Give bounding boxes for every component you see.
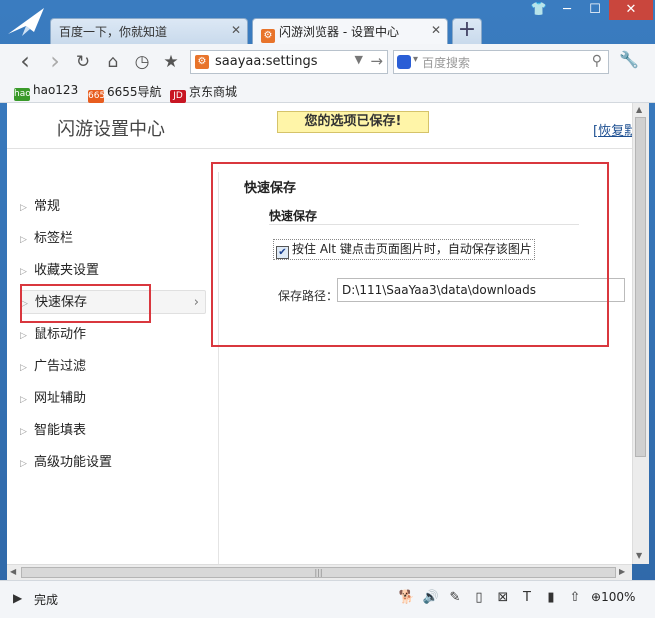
engine-dropdown-icon[interactable]: ▾ — [413, 54, 418, 65]
zoom-value: 100% — [601, 590, 636, 604]
scroll-right-icon[interactable]: ▶ — [619, 567, 625, 576]
sidebar-item-url-assist[interactable]: ▷ 网址辅助 — [20, 387, 206, 411]
bookmark-label: hao123 — [33, 83, 79, 97]
scroll-up-icon[interactable]: ▲ — [636, 105, 642, 114]
restore-defaults-link[interactable]: [恢复默认] — [593, 120, 632, 139]
search-input[interactable]: 百度搜索 — [422, 54, 470, 71]
vertical-scrollbar[interactable]: ▲ ▼ — [632, 103, 649, 564]
close-tab-icon[interactable]: ✕ — [431, 23, 441, 37]
bookmark-6655[interactable]: 66556655导航 — [88, 83, 162, 103]
status-text: 完成 — [34, 593, 59, 607]
tools-wrench-icon[interactable]: 🔧 — [618, 50, 640, 72]
jd-icon: JD — [170, 90, 186, 103]
triangle-right-icon: ▷ — [20, 331, 27, 341]
panel-icon[interactable]: ▮ — [542, 589, 560, 607]
search-box[interactable]: ▾ 百度搜索 ⚲ — [393, 50, 609, 74]
triangle-right-icon: ▷ — [20, 459, 27, 469]
horizontal-scrollbar[interactable]: ◀ ||| ▶ — [7, 564, 632, 581]
triangle-right-icon: ▷ — [20, 203, 27, 213]
bookmark-jd[interactable]: JD 京东商城 — [170, 83, 237, 103]
skin-icon[interactable]: 👕 — [525, 0, 553, 20]
minimize-button[interactable]: ─ — [553, 0, 581, 20]
settings-page: 闪游设置中心 您的选项已保存! [恢复默认] ▷ 常规 ▷ 标签栏 ▷ 收藏夹设置 ▷… — [7, 103, 632, 564]
sidebar-item-advanced[interactable]: ▷ 高级功能设置 — [20, 451, 206, 475]
saved-notice: 您的选项已保存! — [277, 111, 429, 133]
6655-icon: 6655 — [88, 90, 111, 103]
triangle-right-icon: ▷ — [20, 395, 27, 405]
zoom-in-icon: ⊕ — [591, 590, 602, 604]
bookmark-label: 京东商城 — [189, 85, 238, 99]
close-tab-icon[interactable]: ✕ — [231, 23, 241, 37]
status-bar: ▶ 完成 🐕 🔊 ✎ ▯ ⊠ T ▮ ⇧ ⊕100% — [0, 580, 655, 618]
block-icon[interactable]: ⊠ — [494, 589, 512, 607]
edit-icon[interactable]: ✎ — [446, 589, 464, 607]
sidebar-item-label: 网址辅助 — [34, 391, 87, 406]
sidebar-item-autofill[interactable]: ▷ 智能填表 — [20, 419, 206, 443]
dog-icon[interactable]: 🐕 — [398, 589, 416, 607]
hao123-icon: hao — [14, 88, 31, 101]
sidebar-item-tabbar[interactable]: ▷ 标签栏 — [20, 227, 206, 251]
text-icon[interactable]: T — [518, 589, 536, 607]
sidebar-item-general[interactable]: ▷ 常规 — [20, 195, 206, 219]
scroll-down-icon[interactable]: ▼ — [636, 551, 642, 560]
browser-logo-icon — [8, 8, 44, 36]
scroll-left-icon[interactable]: ◀ — [10, 567, 16, 576]
zoom-level[interactable]: ⊕100% — [591, 590, 635, 604]
refresh-button[interactable]: ↻ — [72, 51, 94, 73]
triangle-right-icon: ▷ — [20, 427, 27, 437]
sidebar-item-label: 高级功能设置 — [34, 455, 113, 470]
triangle-right-icon: ▷ — [20, 267, 27, 277]
bookmark-icon[interactable]: ▯ — [470, 589, 488, 607]
close-window-button[interactable]: ✕ — [609, 0, 653, 20]
sidebar-item-favorites[interactable]: ▷ 收藏夹设置 — [20, 259, 206, 283]
scroll-thumb[interactable] — [635, 117, 646, 457]
sidebar-item-label: 鼠标动作 — [34, 327, 87, 342]
address-input[interactable]: saayaa:settings — [215, 54, 318, 69]
play-icon: ▶ — [13, 591, 23, 605]
bookmark-hao123[interactable]: hao hao123 — [14, 83, 78, 101]
sidebar-item-label: 收藏夹设置 — [34, 263, 100, 278]
tab-label: 闪游浏览器 - 设置中心 — [279, 25, 399, 39]
settings-gear-icon: ⚙ — [261, 29, 275, 43]
baidu-engine-icon[interactable] — [397, 55, 411, 69]
highlight-box — [211, 162, 609, 347]
navigation-bar: ‹ › ↻ ⌂ ◷ ★ ⚙ saayaa:settings ▼ → ▾ 百度搜索… — [0, 44, 655, 81]
sidebar-item-label: 常规 — [34, 199, 61, 214]
highlight-box — [20, 284, 151, 323]
bookmark-label: 6655导航 — [107, 85, 162, 99]
top-icon[interactable]: ⇧ — [566, 589, 584, 607]
search-icon[interactable]: ⚲ — [592, 53, 602, 69]
back-button[interactable]: ‹ — [14, 49, 36, 73]
browser-window: 百度一下，你就知道 ✕ ⚙ 闪游浏览器 - 设置中心 ✕ + 👕 ─ ☐ ✕ ‹ … — [0, 0, 655, 618]
history-button[interactable]: ◷ — [131, 51, 153, 73]
address-dropdown-icon[interactable]: ▼ — [355, 53, 363, 66]
home-button[interactable]: ⌂ — [102, 51, 124, 73]
forward-button[interactable]: › — [44, 49, 66, 73]
triangle-right-icon: ▷ — [20, 363, 27, 373]
sidebar-item-label: 智能填表 — [34, 423, 87, 438]
tab-baidu[interactable]: 百度一下，你就知道 ✕ — [50, 18, 248, 44]
settings-gear-icon: ⚙ — [195, 55, 209, 69]
sidebar-item-mouse-gestures[interactable]: ▷ 鼠标动作 — [20, 323, 206, 347]
address-bar[interactable]: ⚙ saayaa:settings ▼ → — [190, 50, 388, 74]
tab-label: 百度一下，你就知道 — [59, 25, 168, 39]
page-title: 闪游设置中心 — [57, 119, 165, 140]
bookmarks-bar: hao hao123 66556655导航 JD 京东商城 — [0, 80, 655, 103]
sidebar-item-label: 标签栏 — [34, 231, 74, 246]
sidebar-item-ad-filter[interactable]: ▷ 广告过滤 — [20, 355, 206, 379]
tab-bar: 百度一下，你就知道 ✕ ⚙ 闪游浏览器 - 设置中心 ✕ + 👕 ─ ☐ ✕ — [0, 0, 655, 44]
go-button[interactable]: → — [370, 52, 383, 70]
triangle-right-icon: ▷ — [20, 235, 27, 245]
new-tab-button[interactable]: + — [452, 18, 482, 44]
tab-settings[interactable]: ⚙ 闪游浏览器 - 设置中心 ✕ — [252, 18, 448, 44]
maximize-button[interactable]: ☐ — [581, 0, 609, 20]
settings-sidebar: ▷ 常规 ▷ 标签栏 ▷ 收藏夹设置 ▷ 快速保存 › ▷ 鼠标动作 ▷ 广告过滤 ▷ 网址辅助… — [7, 172, 219, 564]
scroll-thumb[interactable]: ||| — [21, 567, 616, 578]
favorite-star-button[interactable]: ★ — [160, 51, 182, 73]
speaker-icon[interactable]: 🔊 — [422, 589, 440, 607]
sidebar-item-label: 广告过滤 — [34, 359, 87, 374]
divider — [7, 148, 632, 149]
chevron-right-icon: › — [193, 295, 199, 310]
